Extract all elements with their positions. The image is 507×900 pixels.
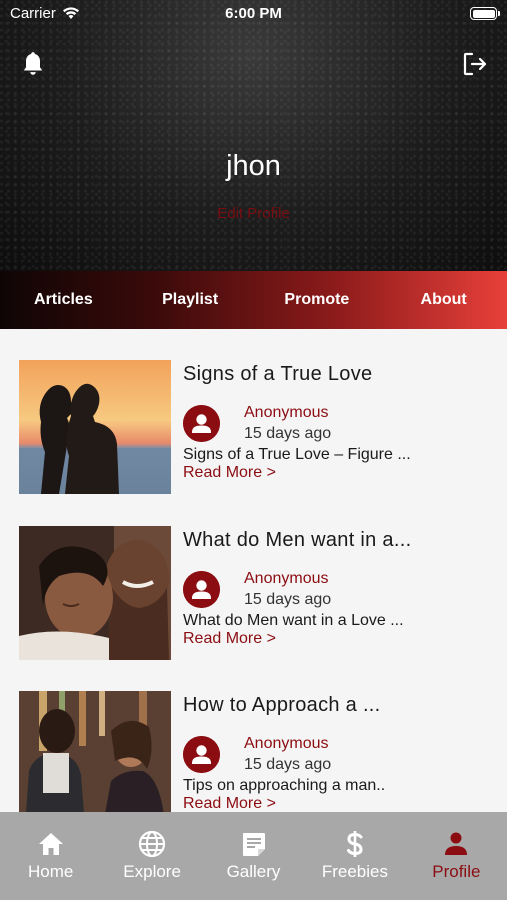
status-bar: Carrier 6:00 PM [0,0,507,28]
article-title[interactable]: What do Men want in a... [183,529,411,552]
article-thumbnail [19,526,171,660]
nav-freebies[interactable]: Freebies [304,812,405,900]
edit-profile-link[interactable]: Edit Profile [0,205,507,222]
article-thumbnail [19,691,171,812]
status-time: 6:00 PM [225,5,282,22]
read-more-link[interactable]: Read More > [183,464,276,482]
nav-explore-label: Explore [123,862,181,881]
article-excerpt: What do Men want in a Love ... [183,612,404,629]
tab-articles[interactable]: Articles [0,271,127,329]
read-more-link[interactable]: Read More > [183,795,276,812]
author-avatar-icon [183,405,220,442]
article-list: Signs of a True Love Anonymous 15 days a… [0,329,507,812]
article-date: 15 days ago [244,425,332,442]
dollar-icon [346,831,363,857]
profile-username: jhon [226,150,281,182]
profile-header: Carrier 6:00 PM jhon Edit Profile [0,0,507,271]
article-author: Anonymous [244,735,329,752]
article-excerpt: Tips on approaching a man.. [183,777,386,794]
list-item[interactable]: What do Men want in a... Anonymous 15 da… [0,495,507,660]
nav-home[interactable]: Home [0,812,101,900]
tab-playlist[interactable]: Playlist [127,271,254,329]
article-date: 15 days ago [244,756,332,773]
globe-icon [139,830,166,858]
read-more-link[interactable]: Read More > [183,630,276,648]
gallery-icon [242,833,265,856]
article-author: Anonymous [244,570,329,587]
bottom-navigation: Home Explore Gallery Freebies Profile [0,812,507,900]
article-title[interactable]: Signs of a True Love [183,363,372,386]
battery-icon [470,7,500,20]
home-icon [38,833,63,855]
nav-gallery[interactable]: Gallery [203,812,304,900]
list-item[interactable]: Signs of a True Love Anonymous 15 days a… [0,329,507,494]
tab-about[interactable]: About [380,271,507,329]
author-avatar-icon [183,571,220,608]
author-avatar-icon [183,736,220,773]
article-excerpt: Signs of a True Love – Figure ... [183,446,411,463]
tab-promote[interactable]: Promote [254,271,381,329]
nav-home-label: Home [28,862,74,881]
nav-freebies-label: Freebies [321,862,388,881]
article-title[interactable]: How to Approach a ... [183,694,381,717]
profile-tabs: Articles Playlist Promote About [0,271,507,329]
logout-icon[interactable] [462,51,488,77]
article-date: 15 days ago [244,591,332,608]
bell-icon[interactable] [20,50,46,78]
nav-profile[interactable]: Profile [406,812,507,900]
nav-explore[interactable]: Explore [101,812,202,900]
nav-profile-label: Profile [432,862,481,881]
article-author: Anonymous [244,404,329,421]
list-item[interactable]: How to Approach a ... Anonymous 15 days … [0,660,507,812]
article-thumbnail [19,360,171,494]
nav-gallery-label: Gallery [226,862,281,881]
person-icon [445,832,468,855]
